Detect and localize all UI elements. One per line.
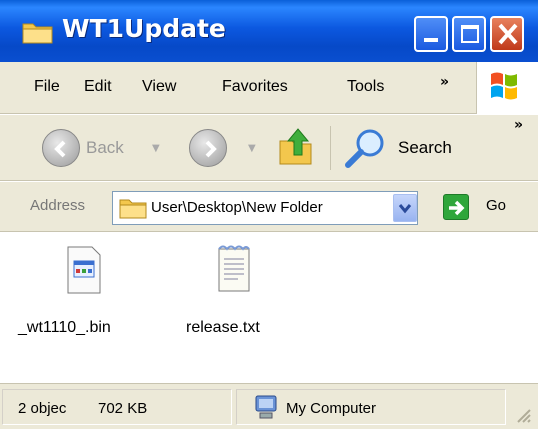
file-item-bin[interactable]: [62, 245, 106, 299]
back-arrow-icon: [54, 140, 66, 158]
title-bar[interactable]: WT1Update: [0, 0, 538, 62]
minimize-icon: [424, 38, 438, 42]
chevron-down-icon: [398, 204, 412, 214]
resize-grip-icon[interactable]: [512, 404, 532, 424]
window-title: WT1Update: [62, 14, 226, 43]
maximize-icon: [461, 25, 479, 43]
up-folder-icon[interactable]: [276, 125, 318, 173]
minimize-button[interactable]: [414, 16, 448, 52]
file-item-txt[interactable]: [214, 243, 254, 299]
forward-arrow-icon: [205, 140, 217, 158]
forward-button[interactable]: [189, 129, 227, 167]
file-name-txt[interactable]: release.txt: [186, 319, 260, 337]
menu-file[interactable]: File: [34, 78, 60, 96]
maximize-button[interactable]: [452, 16, 486, 52]
address-label: Address: [30, 197, 86, 214]
text-file-icon: [214, 245, 254, 299]
close-icon: [497, 22, 519, 50]
windows-logo-icon: [476, 62, 538, 114]
close-button[interactable]: [490, 16, 524, 52]
menu-edit[interactable]: Edit: [84, 78, 112, 96]
folder-icon: [22, 20, 54, 44]
status-zone-label: My Computer: [286, 400, 377, 417]
status-size: 702 KB: [98, 400, 148, 417]
bin-file-icon: [62, 246, 106, 299]
address-bar: Address User\Desktop\New Folder Go: [0, 182, 538, 232]
menu-bar: File Edit View Favorites Tools »: [0, 62, 538, 114]
back-button[interactable]: [42, 129, 80, 167]
address-folder-icon: [119, 197, 147, 223]
toolbar: Back ▼ ▼ Search »: [0, 115, 538, 181]
address-input[interactable]: User\Desktop\New Folder: [112, 191, 418, 225]
menu-overflow-chevron[interactable]: »: [440, 74, 449, 90]
toolbar-separator: [330, 126, 331, 170]
menu-view[interactable]: View: [142, 78, 176, 96]
file-list[interactable]: _wt1110_.bin release.txt: [0, 233, 538, 383]
forward-dropdown-icon[interactable]: ▼: [248, 143, 256, 154]
status-object-count: 2 objec: [18, 400, 67, 417]
my-computer-icon: [254, 394, 278, 424]
search-icon[interactable]: [344, 127, 388, 173]
menu-tools[interactable]: Tools: [347, 78, 384, 96]
back-label[interactable]: Back: [86, 138, 124, 158]
file-name-bin[interactable]: _wt1110_.bin: [18, 319, 111, 337]
go-button[interactable]: Go: [486, 197, 506, 214]
toolbar-overflow-chevron[interactable]: »: [514, 117, 523, 133]
address-dropdown-button[interactable]: [393, 194, 417, 222]
go-arrow-icon[interactable]: [443, 194, 469, 220]
status-bar: 2 objec 702 KB My Computer: [0, 383, 538, 429]
search-label[interactable]: Search: [398, 138, 452, 158]
address-value[interactable]: User\Desktop\New Folder: [151, 199, 323, 216]
menu-favorites[interactable]: Favorites: [222, 78, 288, 96]
back-dropdown-icon[interactable]: ▼: [152, 143, 160, 154]
